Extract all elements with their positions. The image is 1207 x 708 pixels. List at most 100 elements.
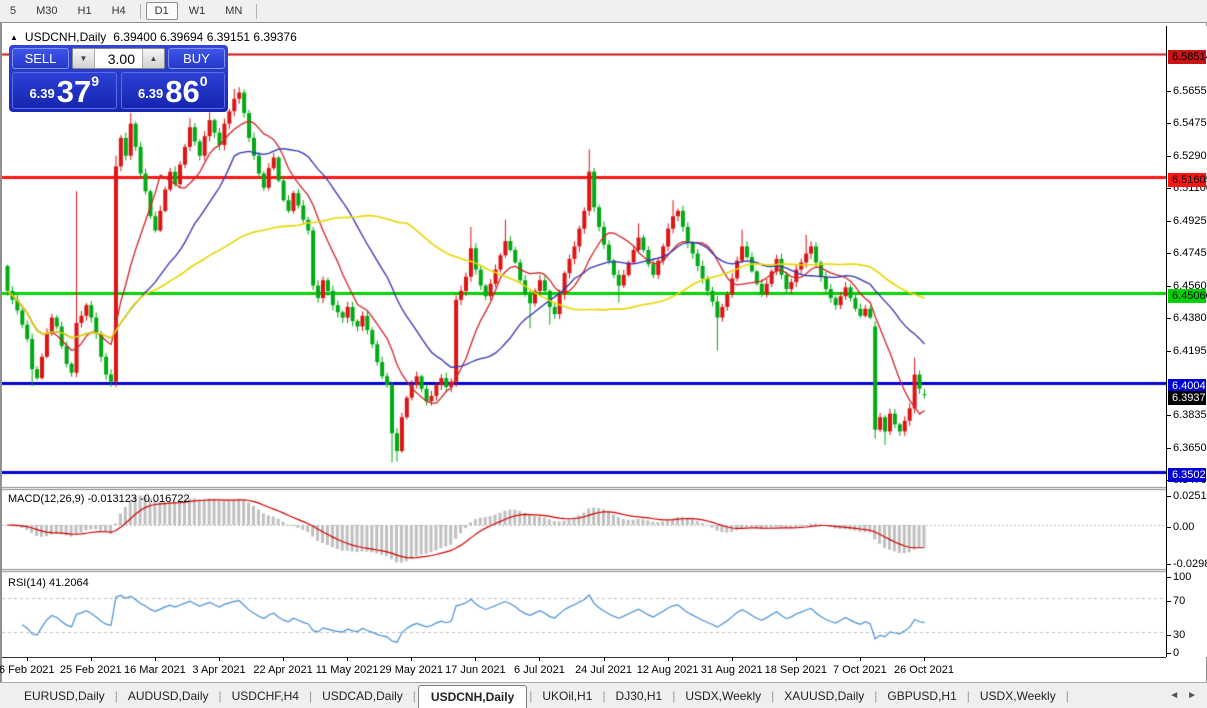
tab-separator: |	[771, 688, 775, 703]
chart-header: ▲ USDCNH,Daily 6.39400 6.39694 6.39151 6…	[10, 30, 297, 44]
axis-tick-mark	[1167, 527, 1171, 528]
axis-tick-mark	[1167, 600, 1171, 602]
timeframe-button-d1[interactable]: D1	[145, 2, 178, 20]
time-axis[interactable]: 6 Feb 2021 25 Feb 2021 16 Mar 2021 3 Apr 20…	[0, 657, 1166, 684]
bid-price-label: 6.39376	[1168, 390, 1207, 405]
symbol-tab-usdx-10[interactable]: USDX,Weekly	[972, 686, 1064, 706]
timeframe-toolbar: 5 M30 H1 H4 D1 W1 MN	[0, 0, 1207, 23]
axis-tick-mark	[1167, 123, 1171, 125]
time-tick-mark	[411, 658, 413, 661]
symbol-tab-xauusd-8[interactable]: XAUUSD,Daily	[776, 686, 872, 706]
tabs-scroll-left-icon[interactable]: ◄	[1169, 690, 1179, 701]
sell-price-prefix: 6.39	[29, 86, 55, 101]
rsi-axis-label: 100	[1167, 571, 1191, 584]
axis-tick-mark	[1167, 187, 1171, 189]
buy-price-display[interactable]: 6.39 86 0	[120, 72, 225, 109]
volume-input[interactable]: 3.00	[95, 49, 142, 68]
volume-decrease-icon[interactable]: ▼	[73, 49, 95, 68]
tab-separator: |	[672, 688, 676, 703]
tab-separator: |	[874, 688, 878, 703]
sell-price-main: 37	[56, 73, 92, 109]
rsi-axis-label: 70	[1167, 595, 1185, 608]
axis-tick-mark	[1167, 447, 1171, 449]
axis-tick-mark	[1167, 317, 1171, 319]
macd-name: MACD(12,26,9)	[8, 493, 85, 505]
tab-separator: |	[308, 688, 313, 703]
time-tick-mark	[603, 658, 605, 661]
price-tick-label: 6.54750	[1167, 117, 1207, 130]
price-tick-label: 6.36500	[1167, 442, 1207, 455]
timeframe-button-h1[interactable]: H1	[69, 2, 101, 20]
date-label: 26 Oct 2021	[894, 664, 954, 676]
time-tick-mark	[475, 658, 477, 661]
timeframe-button-mn[interactable]: MN	[216, 2, 251, 20]
price-tick-label: 6.41950	[1167, 345, 1207, 358]
sell-price-display[interactable]: 6.39 37 9	[12, 72, 117, 109]
symbol-tab-usdcnh-4[interactable]: USDCNH,Daily	[417, 684, 528, 708]
price-tick-label: 6.38350	[1167, 409, 1207, 422]
tabs-scroll-right-icon[interactable]: ►	[1187, 690, 1197, 701]
time-tick-mark	[347, 658, 349, 661]
price-chart-canvas[interactable]	[2, 26, 1166, 657]
symbol-tab-dj30-6[interactable]: DJ30,H1	[608, 686, 671, 706]
tab-separator: |	[218, 688, 222, 703]
price-tick-label: 6.43800	[1167, 312, 1207, 325]
sell-button[interactable]: SELL	[12, 48, 69, 69]
volume-increase-icon[interactable]: ▲	[142, 49, 164, 68]
timeframe-button-5[interactable]: 5	[1, 2, 25, 20]
collapse-panel-icon[interactable]: ▲	[10, 33, 18, 42]
macd-axis-label: 0.00	[1167, 521, 1194, 534]
buy-price-main: 86	[165, 73, 200, 109]
timeframe-button-m30[interactable]: M30	[27, 2, 66, 20]
time-tick-mark	[539, 658, 541, 661]
buy-button[interactable]: BUY	[168, 48, 225, 69]
axis-tick-mark	[1167, 634, 1171, 636]
macd-pane-label: MACD(12,26,9) -0.013123 -0.016722	[8, 493, 190, 505]
axis-tick-mark	[1167, 414, 1171, 416]
tab-separator: |	[1065, 688, 1069, 703]
time-tick-mark	[26, 658, 28, 661]
timeframe-button-h4[interactable]: H4	[103, 2, 135, 20]
rsi-pane-label: RSI(14) 41.2064	[8, 577, 89, 589]
symbol-tab-usdchf-2[interactable]: USDCHF,H4	[224, 686, 307, 706]
timeframe-button-w1[interactable]: W1	[180, 2, 215, 20]
tab-separator: |	[529, 688, 533, 703]
symbol-tab-audusd-1[interactable]: AUDUSD,Daily	[120, 686, 217, 706]
price-axis[interactable]: 6.565506.547506.529006.511006.492506.474…	[1166, 26, 1207, 660]
axis-tick-mark	[1167, 577, 1171, 578]
symbol-tab-ukoil-5[interactable]: UKOil,H1	[534, 686, 600, 706]
rsi-axis-label: 0	[1167, 647, 1179, 660]
toolbar-separator	[139, 3, 141, 19]
symbol-tab-usdcad-3[interactable]: USDCAD,Daily	[314, 686, 411, 706]
toolbar-separator	[256, 3, 258, 19]
level-price-label: 6.45060	[1168, 289, 1207, 304]
axis-tick-mark	[1167, 495, 1171, 497]
symbol-tab-eurusd-0[interactable]: EURUSD,Daily	[16, 686, 113, 706]
price-tick-label: 6.49250	[1167, 215, 1207, 228]
symbol-tab-usdx-7[interactable]: USDX,Weekly	[677, 686, 769, 706]
time-tick-mark	[90, 658, 92, 661]
buy-price-prefix: 6.39	[137, 86, 164, 101]
price-tick-label: 6.47450	[1167, 247, 1207, 260]
tab-separator: |	[966, 688, 970, 703]
symbol-tab-gbpusd-9[interactable]: GBPUSD,H1	[879, 686, 964, 706]
sell-price-pip: 9	[91, 73, 100, 89]
axis-tick-mark	[1167, 155, 1171, 157]
level-price-label: 6.35025	[1168, 467, 1207, 482]
level-price-label: 6.51605	[1168, 172, 1207, 187]
rsi-current-value: 41.2064	[48, 577, 89, 589]
time-tick-mark	[859, 658, 861, 661]
axis-tick-mark	[1167, 563, 1171, 565]
macd-current-values: -0.013123 -0.016722	[87, 493, 190, 505]
axis-tick-mark	[1167, 653, 1171, 654]
rsi-name: RSI(14)	[8, 577, 46, 589]
axis-tick-mark	[1167, 252, 1171, 254]
level-price-label: 6.58514	[1168, 50, 1207, 65]
time-tick-mark	[923, 658, 925, 661]
time-tick-mark	[218, 658, 220, 661]
buy-price-pip: 0	[199, 73, 208, 89]
tab-separator: |	[114, 688, 118, 703]
time-tick-mark	[667, 658, 669, 661]
macd-axis-label: -0.029880	[1167, 558, 1207, 571]
axis-tick-mark	[1167, 285, 1171, 287]
